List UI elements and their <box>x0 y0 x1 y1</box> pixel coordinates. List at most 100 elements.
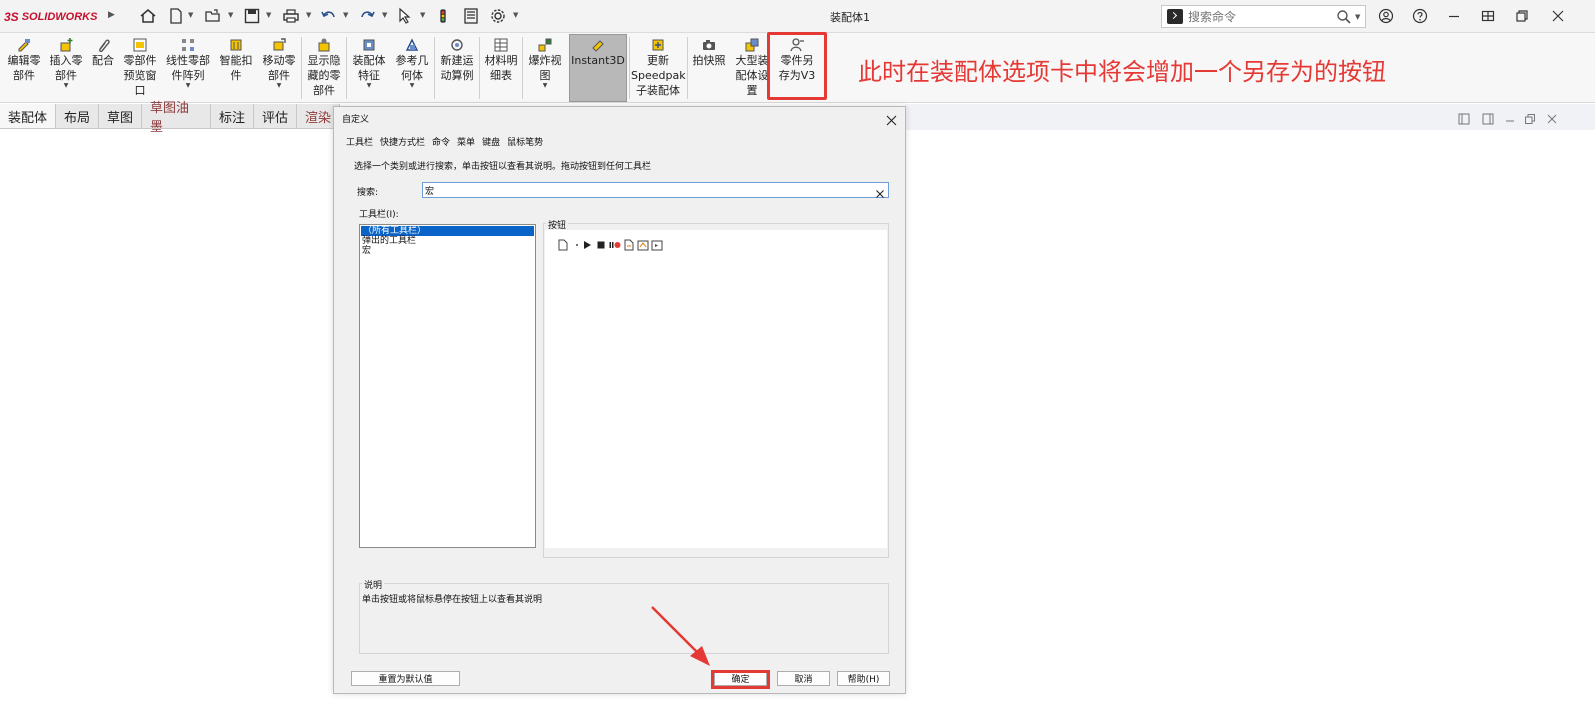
document-close-icon[interactable] <box>1546 110 1562 126</box>
undo-icon[interactable] <box>320 6 338 26</box>
custom-macro-button-icon[interactable] <box>637 236 649 251</box>
rebuild-traffic-light-icon[interactable] <box>435 6 451 26</box>
reference-geometry-dropdown-icon[interactable]: ▼ <box>391 83 433 89</box>
assembly-features-button[interactable]: 装配体 特征 ▼ <box>348 35 390 101</box>
options-gear-icon[interactable] <box>489 6 507 26</box>
reference-geometry-button[interactable]: 参考几 何体 ▼ <box>391 35 433 101</box>
help-icon[interactable] <box>1410 6 1430 26</box>
record-pause-macro-icon[interactable] <box>609 236 621 248</box>
user-account-icon[interactable] <box>1376 6 1396 26</box>
preview-window-icon <box>133 38 147 52</box>
ok-button-highlight <box>711 670 770 689</box>
tab-markup[interactable]: 标注 <box>210 104 254 128</box>
exploded-view-button[interactable]: 爆炸视 图 ▼ <box>524 35 566 101</box>
file-properties-icon[interactable] <box>462 6 480 26</box>
new-macro-icon[interactable] <box>557 236 569 251</box>
large-assembly-icon <box>745 38 759 52</box>
toolbar-item-macro[interactable]: 宏 <box>360 246 535 256</box>
run-macro-icon[interactable] <box>581 236 593 249</box>
open-dropdown-icon[interactable]: ▼ <box>228 11 233 19</box>
undo-dropdown-icon[interactable]: ▼ <box>343 11 348 19</box>
component-preview-window-button[interactable]: 零部件 预览窗 口 <box>119 35 161 101</box>
open-folder-icon[interactable] <box>204 6 222 26</box>
search-icon[interactable] <box>1336 9 1352 25</box>
exploded-view-dropdown-icon[interactable]: ▼ <box>524 83 566 89</box>
dialog-close-icon[interactable] <box>886 111 900 126</box>
collapse-panel-left-icon[interactable] <box>1458 110 1474 126</box>
new-button-highlight <box>767 32 827 100</box>
tab-sketch[interactable]: 草图 <box>99 104 142 128</box>
move-component-dropdown-icon[interactable]: ▼ <box>258 83 300 89</box>
tab-evaluate[interactable]: 评估 <box>253 104 297 128</box>
assembly-features-dropdown-icon[interactable]: ▼ <box>348 83 390 89</box>
new-motion-study-button[interactable]: 新建运 动算例 <box>436 35 478 101</box>
home-icon[interactable] <box>138 6 158 26</box>
edit-component-button[interactable]: 编辑零 部件 <box>3 35 45 101</box>
linear-component-pattern-button[interactable]: 线性零部 件阵列 ▼ <box>163 35 213 101</box>
save-dropdown-icon[interactable]: ▼ <box>266 11 271 19</box>
tab-layout[interactable]: 布局 <box>56 104 99 128</box>
reset-to-defaults-button[interactable]: 重置为默认值 <box>351 671 460 686</box>
new-document-icon[interactable] <box>167 6 185 26</box>
edit-macro-icon[interactable] <box>623 236 635 251</box>
bill-of-materials-button[interactable]: 材料明 细表 <box>481 35 521 101</box>
clear-search-icon[interactable] <box>875 184 887 198</box>
options-dropdown-icon[interactable]: ▼ <box>513 11 518 19</box>
tab-assembly[interactable]: 装配体 <box>0 104 56 128</box>
tile-windows-icon[interactable] <box>1478 6 1498 26</box>
tab-keyboard[interactable]: 键盘 <box>482 135 500 151</box>
move-component-button[interactable]: 移动零 部件 ▼ <box>258 35 300 101</box>
solidworks-logo[interactable]: 3S SOLIDWORKS <box>4 8 122 26</box>
select-cursor-icon[interactable] <box>396 6 414 26</box>
mate-button[interactable]: 配合 <box>88 35 118 101</box>
help-button[interactable]: 帮助(H) <box>837 671 890 686</box>
print-dropdown-icon[interactable]: ▼ <box>306 11 311 19</box>
tab-commands[interactable]: 命令 <box>432 135 450 151</box>
update-speedpak-button[interactable]: 更新 Speedpak 子装配体 <box>631 35 686 101</box>
smart-fasteners-button[interactable]: 智能扣 件 <box>215 35 257 101</box>
close-icon[interactable] <box>1548 6 1568 26</box>
new-dropdown-icon[interactable]: ▼ <box>188 11 193 19</box>
search-dropdown-icon[interactable]: ▼ <box>1355 13 1360 21</box>
tab-mouse-gestures[interactable]: 鼠标笔势 <box>507 135 543 151</box>
ribbon-separator <box>346 37 347 99</box>
customize-dialog: 自定义 工具栏 快捷方式栏 命令 菜单 键盘 鼠标笔势 选择一个类别或进行搜索，… <box>333 106 906 694</box>
toolbar-item-flyout[interactable]: 弹出的工具栏 <box>360 236 535 246</box>
toolbar-list[interactable]: （所有工具栏） 弹出的工具栏 宏 <box>359 224 536 548</box>
search-commands-input[interactable] <box>1188 8 1328 25</box>
show-hidden-components-button[interactable]: 显示隐 藏的零 部件 <box>303 35 345 101</box>
mate-label: 配合 <box>92 54 114 67</box>
collapse-panel-right-icon[interactable] <box>1482 110 1498 126</box>
macro-dropdown-icon[interactable] <box>571 236 579 248</box>
tab-sketch-ink[interactable]: 草图油墨 <box>142 101 211 135</box>
tab-menus[interactable]: 菜单 <box>457 135 475 151</box>
redo-dropdown-icon[interactable]: ▼ <box>382 11 387 19</box>
command-search-input[interactable] <box>425 184 865 196</box>
linear-pattern-dropdown-icon[interactable]: ▼ <box>163 83 213 89</box>
select-dropdown-icon[interactable]: ▼ <box>420 11 425 19</box>
bill-of-materials-icon <box>494 38 508 52</box>
smart-fastener-icon <box>230 39 242 51</box>
ribbon-separator <box>522 37 523 99</box>
tab-shortcut-bars[interactable]: 快捷方式栏 <box>380 135 425 151</box>
insert-component-dropdown-icon[interactable]: ▼ <box>46 83 86 89</box>
command-search-field[interactable] <box>422 182 889 198</box>
menu-expand-arrow-icon[interactable]: ▶ <box>108 10 115 20</box>
instant3d-button[interactable]: Instant3D <box>569 34 627 102</box>
print-icon[interactable] <box>281 6 301 26</box>
redo-icon[interactable] <box>358 6 376 26</box>
document-restore-icon[interactable] <box>1524 110 1540 126</box>
restore-icon[interactable] <box>1512 6 1532 26</box>
take-snapshot-button[interactable]: 拍快照 <box>689 35 729 101</box>
search-commands-box[interactable]: ▼ <box>1161 5 1366 28</box>
macro-toolbar-icon[interactable] <box>651 236 663 251</box>
stop-macro-icon[interactable] <box>595 236 607 249</box>
tab-toolbars[interactable]: 工具栏 <box>346 135 373 151</box>
insert-component-button[interactable]: 插入零 部件 ▼ <box>46 35 86 101</box>
take-snapshot-label: 拍快照 <box>692 54 726 67</box>
document-minimize-icon[interactable] <box>1504 110 1520 126</box>
toolbar-item-all[interactable]: （所有工具栏） <box>361 226 534 236</box>
cancel-button[interactable]: 取消 <box>777 671 830 686</box>
minimize-icon[interactable] <box>1444 6 1464 26</box>
save-icon[interactable] <box>243 6 261 26</box>
